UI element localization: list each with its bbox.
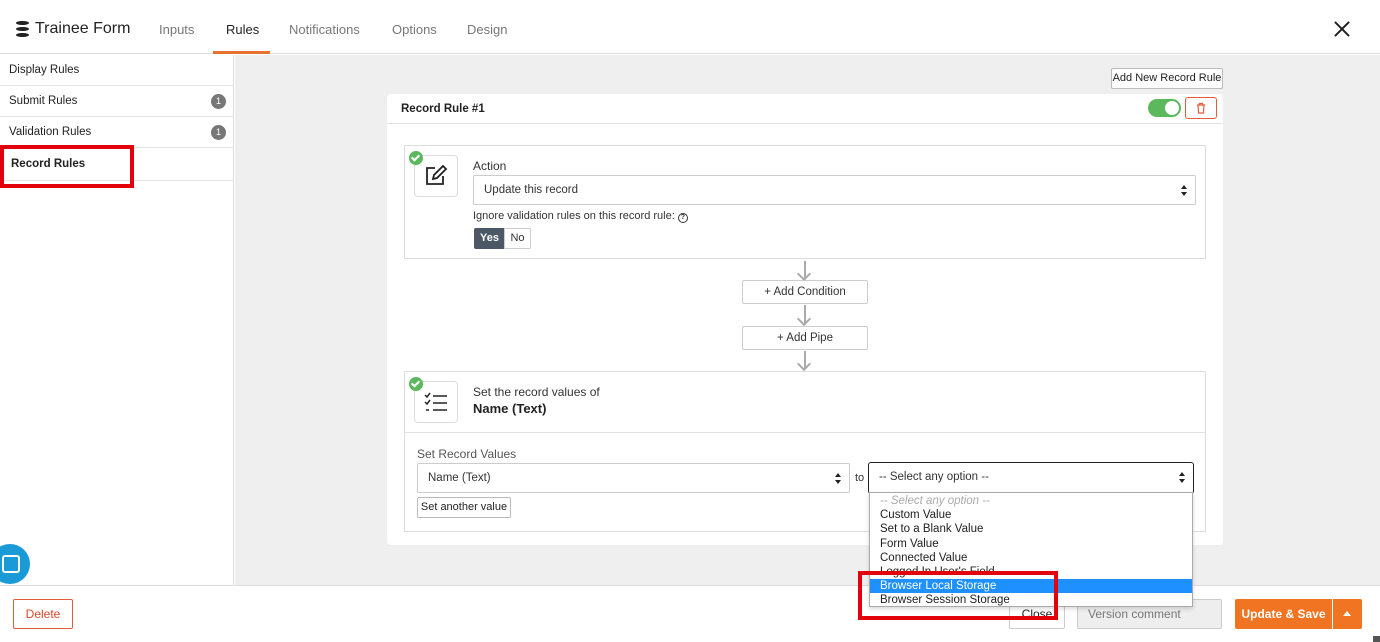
set-values-field-name: Name (Text) bbox=[473, 401, 547, 416]
corner-artifact bbox=[1373, 636, 1380, 642]
sidebar-item-validation-rules[interactable]: Validation Rules 1 bbox=[0, 117, 234, 148]
form-title: Trainee Form bbox=[35, 20, 131, 37]
database-icon bbox=[16, 21, 29, 37]
dropdown-option-highlighted[interactable]: Browser Local Storage bbox=[870, 579, 1192, 594]
sidebar-item-label: Display Rules bbox=[9, 64, 80, 76]
rule-enabled-toggle[interactable] bbox=[1148, 99, 1181, 117]
help-icon[interactable]: ? bbox=[677, 213, 688, 223]
dropdown-option[interactable]: Custom Value bbox=[870, 508, 1192, 522]
check-icon bbox=[409, 151, 423, 165]
tab-rules[interactable]: Rules bbox=[226, 22, 259, 37]
update-and-save-button[interactable]: Update & Save bbox=[1235, 599, 1332, 629]
flow-arrow bbox=[804, 351, 806, 369]
app-title: Trainee Form bbox=[16, 20, 130, 38]
dropdown-option[interactable]: -- Select any option -- bbox=[870, 494, 1192, 508]
record-rule-title: Record Rule #1 bbox=[401, 103, 485, 115]
tab-design[interactable]: Design bbox=[467, 22, 507, 37]
delete-rule-button[interactable] bbox=[1185, 97, 1217, 119]
close-icon[interactable] bbox=[1333, 20, 1351, 38]
record-field-select-value: Name (Text) bbox=[428, 472, 491, 484]
set-record-values-label: Set Record Values bbox=[417, 447, 517, 461]
add-condition-label: Add Condition bbox=[773, 286, 846, 298]
flow-arrow bbox=[804, 261, 806, 279]
value-source-dropdown-list: -- Select any option -- Custom Value Set… bbox=[869, 492, 1193, 607]
dropdown-option[interactable]: Browser Session Storage bbox=[870, 593, 1192, 607]
set-another-value-button[interactable]: Set another value bbox=[417, 497, 511, 518]
plus-icon: + bbox=[764, 286, 774, 298]
dropdown-option[interactable]: Form Value bbox=[870, 537, 1192, 551]
plus-icon: + bbox=[777, 332, 787, 344]
sidebar: Display Rules Submit Rules 1 Validation … bbox=[0, 55, 234, 585]
save-options-dropdown-button[interactable] bbox=[1333, 599, 1362, 629]
ignore-validation-label: Ignore validation rules on this record r… bbox=[473, 210, 688, 223]
action-label: Action bbox=[473, 159, 507, 173]
edit-icon bbox=[426, 165, 448, 185]
checklist-icon bbox=[424, 392, 447, 411]
sidebar-item-label: Validation Rules bbox=[9, 126, 92, 138]
sidebar-item-submit-rules[interactable]: Submit Rules 1 bbox=[0, 86, 234, 117]
add-condition-button[interactable]: + Add Condition bbox=[742, 280, 868, 304]
action-select[interactable]: Update this record bbox=[473, 175, 1196, 205]
to-label: to bbox=[855, 472, 865, 484]
sidebar-item-label: Record Rules bbox=[11, 158, 86, 170]
sidebar-item-record-rules[interactable]: Record Rules bbox=[0, 148, 234, 181]
record-rule-header: Record Rule #1 bbox=[387, 94, 1223, 124]
tab-notifications[interactable]: Notifications bbox=[289, 22, 360, 37]
dropdown-option[interactable]: Logged In User's Field bbox=[870, 565, 1192, 579]
set-values-intro: Set the record values of bbox=[473, 385, 600, 399]
count-badge: 1 bbox=[211, 94, 226, 109]
divider bbox=[405, 432, 1205, 433]
delete-button[interactable]: Delete bbox=[13, 599, 73, 629]
value-source-select[interactable]: -- Select any option -- bbox=[868, 462, 1194, 494]
ignore-no-button[interactable]: No bbox=[504, 228, 531, 249]
select-arrows-icon bbox=[835, 473, 842, 485]
dropdown-option[interactable]: Connected Value bbox=[870, 551, 1192, 565]
tab-options[interactable]: Options bbox=[392, 22, 437, 37]
active-tab-indicator bbox=[213, 51, 270, 54]
record-field-select[interactable]: Name (Text) bbox=[417, 463, 850, 493]
select-arrows-icon bbox=[1181, 185, 1188, 197]
dropdown-option[interactable]: Set to a Blank Value bbox=[870, 522, 1192, 536]
count-badge: 1 bbox=[211, 125, 226, 140]
tab-inputs[interactable]: Inputs bbox=[159, 22, 194, 37]
add-new-record-rule-button[interactable]: Add New Record Rule bbox=[1111, 68, 1223, 89]
sidebar-item-display-rules[interactable]: Display Rules bbox=[0, 55, 234, 86]
select-arrows-icon bbox=[1179, 472, 1186, 484]
value-source-select-value: -- Select any option -- bbox=[879, 471, 989, 483]
add-pipe-button[interactable]: + Add Pipe bbox=[742, 326, 868, 350]
ignore-validation-text: Ignore validation rules on this record r… bbox=[473, 210, 675, 222]
ignore-yes-button[interactable]: Yes bbox=[474, 228, 505, 249]
add-pipe-label: Add Pipe bbox=[786, 332, 833, 344]
flow-arrow bbox=[804, 305, 806, 324]
trash-icon bbox=[1197, 102, 1205, 114]
sidebar-item-label: Submit Rules bbox=[9, 95, 78, 107]
check-icon bbox=[409, 377, 423, 391]
action-select-value: Update this record bbox=[484, 184, 578, 196]
header: Trainee Form Inputs Rules Notifications … bbox=[0, 0, 1380, 54]
